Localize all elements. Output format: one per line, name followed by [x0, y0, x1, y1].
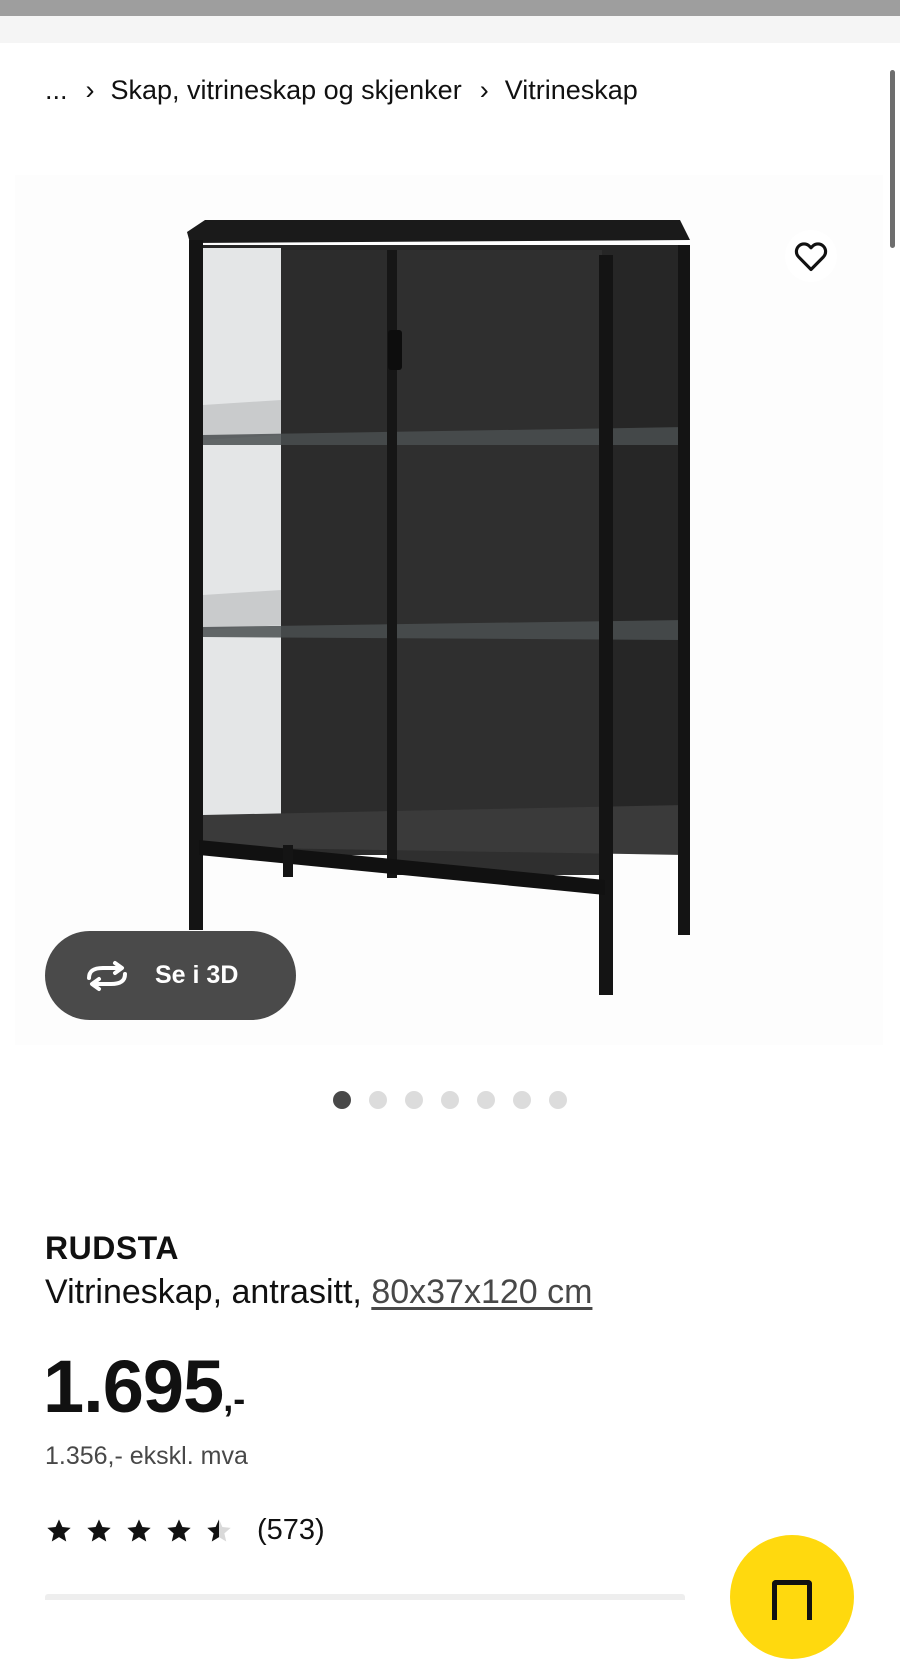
favorite-button[interactable]	[785, 230, 837, 282]
product-type: Vitrineskap, antrasitt,	[45, 1273, 362, 1311]
star-icon	[127, 1518, 151, 1541]
bottom-sheet-edge	[45, 1594, 685, 1600]
pagination-dot[interactable]	[441, 1091, 459, 1109]
scrollbar[interactable]	[890, 70, 895, 248]
pagination-dot[interactable]	[549, 1091, 567, 1109]
product-name: RUDSTA	[45, 1230, 179, 1266]
product-price: 1.695 ,-	[43, 1350, 245, 1424]
star-icon	[47, 1518, 71, 1541]
status-bar-spacer	[0, 16, 900, 43]
chevron-right-icon: ›	[479, 74, 489, 105]
breadcrumb: ... › Skap, vitrineskap og skjenker › Vi…	[45, 72, 638, 108]
breadcrumb-ellipsis[interactable]: ...	[45, 75, 68, 106]
breadcrumb-item-display-cabinets[interactable]: Vitrineskap	[505, 75, 638, 106]
image-pagination	[333, 1091, 567, 1109]
product-dimensions-link[interactable]: 80x37x120 cm	[371, 1273, 592, 1311]
heart-icon	[794, 242, 828, 272]
add-to-cart-button[interactable]	[730, 1535, 854, 1659]
rotate-3d-icon	[83, 960, 131, 992]
star-icon	[87, 1518, 111, 1541]
chevron-right-icon: ›	[85, 74, 95, 105]
breadcrumb-item-cabinets[interactable]: Skap, vitrineskap og skjenker	[111, 75, 462, 106]
shopping-bag-icon	[772, 1580, 812, 1620]
pagination-dot[interactable]	[333, 1091, 351, 1109]
star-half-icon	[207, 1518, 231, 1541]
rating-stars	[45, 1517, 233, 1545]
status-bar	[0, 0, 900, 16]
product-image[interactable]	[175, 215, 715, 1005]
star-icon	[167, 1518, 191, 1541]
review-count: (573)	[257, 1514, 325, 1546]
product-rating[interactable]: (573)	[45, 1514, 325, 1547]
pagination-dot[interactable]	[477, 1091, 495, 1109]
product-description: Vitrineskap, antrasitt, 80x37x120 cm	[45, 1273, 592, 1312]
price-excl-vat: 1.356,- ekskl. mva	[45, 1442, 248, 1470]
view-in-3d-button[interactable]: Se i 3D	[45, 931, 296, 1020]
pagination-dot[interactable]	[513, 1091, 531, 1109]
view-in-3d-label: Se i 3D	[155, 961, 239, 989]
price-suffix: ,-	[223, 1378, 246, 1419]
price-integer: 1.695	[43, 1345, 224, 1428]
pagination-dot[interactable]	[369, 1091, 387, 1109]
pagination-dot[interactable]	[405, 1091, 423, 1109]
